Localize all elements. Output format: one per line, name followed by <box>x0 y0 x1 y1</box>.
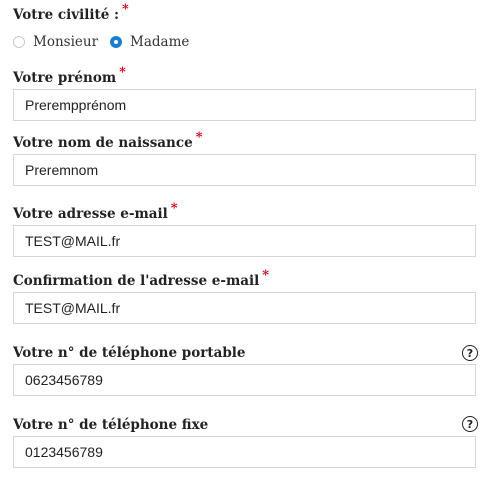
email-confirm-label-text: Confirmation de l'adresse e-mail <box>13 273 260 289</box>
civility-radio-group: Monsieur Madame <box>13 34 201 50</box>
required-asterisk: * <box>262 268 270 283</box>
landline-phone-label: Votre n° de téléphone fixe <box>13 417 209 433</box>
required-asterisk: * <box>195 130 203 145</box>
birth-name-label-text: Votre nom de naissance <box>13 135 193 151</box>
email-field[interactable] <box>13 225 476 257</box>
first-name-label-text: Votre prénom <box>13 70 117 86</box>
radio-monsieur[interactable] <box>13 36 25 48</box>
email-label: Votre adresse e-mail * <box>13 201 178 222</box>
mobile-phone-field[interactable] <box>13 364 476 396</box>
first-name-field[interactable] <box>13 89 476 121</box>
radio-monsieur-label: Monsieur <box>33 34 99 50</box>
civility-label-text: Votre civilité : <box>13 7 119 23</box>
birth-name-field[interactable] <box>13 154 476 186</box>
email-confirm-field[interactable] <box>13 292 476 324</box>
mobile-phone-help-icon[interactable]: ? <box>462 345 478 361</box>
landline-phone-field[interactable] <box>13 436 476 468</box>
mobile-phone-label: Votre n° de téléphone portable <box>13 345 246 361</box>
email-confirm-label: Confirmation de l'adresse e-mail * <box>13 268 269 289</box>
required-asterisk: * <box>121 2 129 17</box>
radio-madame-label: Madame <box>130 34 190 50</box>
email-label-text: Votre adresse e-mail <box>13 206 168 222</box>
required-asterisk: * <box>119 65 126 80</box>
civility-label: Votre civilité : * <box>13 2 129 23</box>
radio-option-madame[interactable]: Madame <box>110 34 189 50</box>
radio-madame[interactable] <box>110 36 123 48</box>
required-asterisk: * <box>170 201 178 216</box>
radio-option-monsieur[interactable]: Monsieur <box>13 34 98 50</box>
birth-name-label: Votre nom de naissance * <box>13 130 203 151</box>
first-name-label: Votre prénom * <box>13 65 126 86</box>
landline-phone-help-icon[interactable]: ? <box>462 416 478 432</box>
